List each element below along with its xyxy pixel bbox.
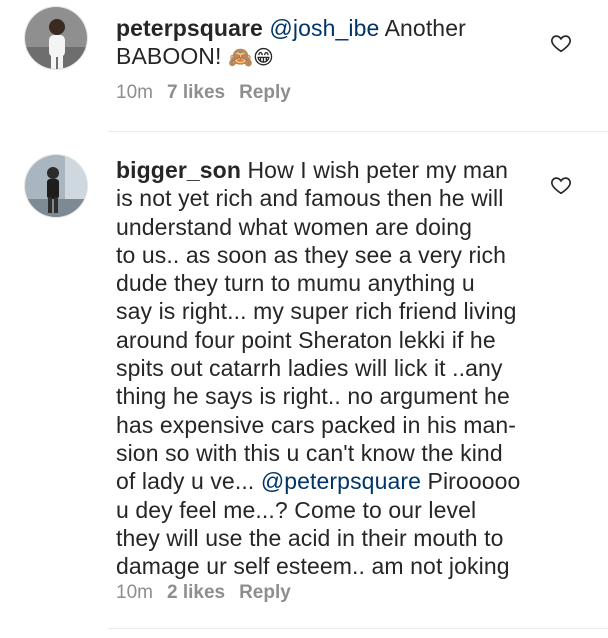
reply-button[interactable]: Reply bbox=[239, 82, 291, 104]
comment-meta: 10m 2 likes Reply bbox=[116, 582, 291, 604]
comment-text: they will use the acid in their mouth to bbox=[116, 524, 504, 551]
comment-text: dude they turn to mumu anything u bbox=[116, 270, 475, 297]
comment-item: bigger_son How I wish peter my man is no… bbox=[0, 146, 608, 621]
heart-outline-icon[interactable] bbox=[550, 32, 572, 54]
likes-count[interactable]: 2 likes bbox=[167, 582, 225, 604]
comment-text: damage ur self esteem.. am not joking bbox=[116, 553, 510, 580]
mention-link[interactable]: @josh_ibe bbox=[269, 15, 379, 41]
divider bbox=[108, 131, 608, 132]
comment-body: bigger_son How I wish peter my man is no… bbox=[116, 156, 536, 580]
comment-body: peterpsquare @josh_ibe Another BABOON! 🙈… bbox=[116, 14, 536, 72]
comment-meta: 10m 7 likes Reply bbox=[116, 82, 291, 104]
comment-username[interactable]: bigger_son bbox=[116, 157, 241, 183]
comment-text: sion so with this u can't know the kind bbox=[116, 439, 503, 466]
mention-link[interactable]: @peterpsquare bbox=[261, 468, 421, 494]
divider bbox=[108, 628, 608, 629]
comment-username[interactable]: peterpsquare bbox=[116, 15, 263, 41]
comment-text: Another bbox=[384, 15, 466, 41]
emoji: 🙈😁 bbox=[228, 45, 274, 70]
comment-text: understand what women are doing bbox=[116, 213, 472, 240]
comment-text: thing he says is right.. no argument he bbox=[116, 383, 510, 410]
comment-text: How I wish peter my man bbox=[247, 157, 508, 183]
comment-text: u dey feel me...? Come to our level bbox=[116, 496, 477, 523]
comment-text: around four point Sheraton lekki if he bbox=[116, 326, 496, 353]
comment-text: Pirooooo bbox=[427, 468, 521, 495]
avatar[interactable] bbox=[24, 154, 88, 218]
comment-text: has expensive cars packed in his man- bbox=[116, 411, 517, 438]
reply-button[interactable]: Reply bbox=[239, 582, 291, 604]
comment-text: of lady u ve... bbox=[116, 468, 255, 495]
avatar[interactable] bbox=[24, 6, 88, 70]
comment-text: say is right... my super rich friend liv… bbox=[116, 298, 517, 325]
heart-outline-icon[interactable] bbox=[550, 174, 572, 196]
likes-count[interactable]: 7 likes bbox=[167, 82, 225, 104]
comment-time: 10m bbox=[116, 582, 153, 603]
comment-text: is not yet rich and famous then he will bbox=[116, 185, 504, 212]
comment-time: 10m bbox=[116, 82, 153, 103]
comment-text: BABOON! bbox=[116, 43, 222, 70]
comment-text: spits out catarrh ladies will lick it ..… bbox=[116, 355, 503, 382]
comment-item: peterpsquare @josh_ibe Another BABOON! 🙈… bbox=[0, 0, 608, 130]
comment-text: to us.. as soon as they see a very rich bbox=[116, 241, 506, 268]
